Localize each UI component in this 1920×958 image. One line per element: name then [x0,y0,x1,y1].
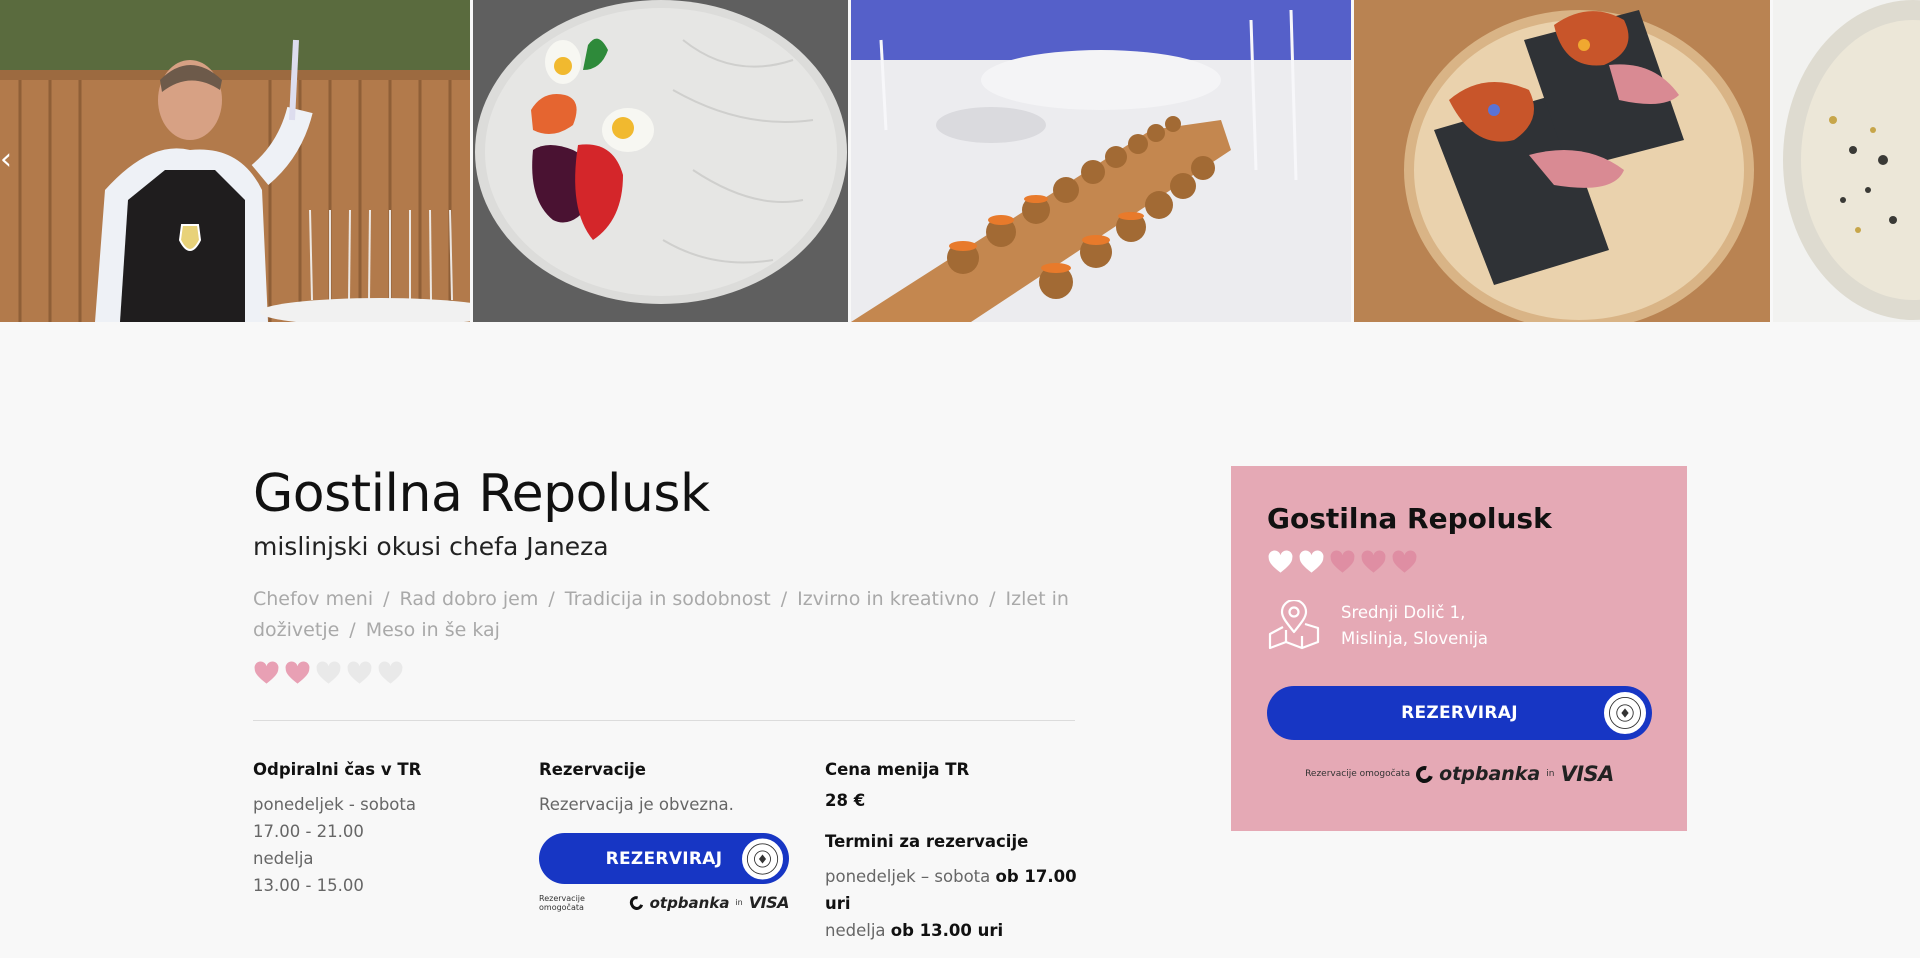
otp-bank-logo: otpbanka [649,893,730,912]
rating-hearts [253,660,404,691]
heart-icon [346,660,373,691]
price-value: 28 € [825,791,866,810]
hours-line: 17.00 - 21.00 [253,822,364,841]
term-line: nedelja ob 13.00 uri [825,917,1085,944]
otp-bank-logo: otpbanka [1439,763,1541,785]
card-payment-partners: Rezervacije omogočata otpbanka in VISA [1267,762,1652,786]
gallery-photo-canapes[interactable] [851,0,1351,322]
address-line-1: Srednji Dolič 1, [1341,603,1466,622]
card-title: Gostilna Repolusk [1267,502,1552,535]
tag-item[interactable]: Rad dobro jem [400,588,539,610]
gallery-prev-arrow[interactable]: ‹ [0,142,14,178]
card-address: Srednji Dolič 1, Mislinja, Slovenija [1267,598,1651,654]
photo-gallery: ‹ [0,0,1920,322]
visa-logo: VISA [748,893,790,912]
tag-item[interactable]: Tradicija in sodobnost [565,588,771,610]
restaurant-subtitle: mislinjski okusi chefa Janeza [253,532,609,561]
heart-icon [1267,549,1294,580]
address-line-2: Mislinja, Slovenija [1341,629,1489,648]
tag-list: Chefov meni / Rad dobro jem / Tradicija in s… [253,584,1073,646]
payment-enabled-by: Rezervacije omogočata [1305,769,1411,779]
term-time: ob 13.00 uri [890,921,1004,940]
terms-heading: Termini za rezervacije [825,832,1029,851]
otp-logo-icon [1412,762,1437,786]
gallery-photo-plate[interactable] [473,0,848,322]
hours-line: ponedeljek - sobota [253,795,416,814]
card-reserve-button[interactable]: REZERVIRAJ [1267,686,1652,740]
hours-line: 13.00 - 15.00 [253,876,364,895]
tag-item[interactable]: Chefov meni [253,588,373,610]
quality-badge-icon [1602,690,1648,736]
hours-line: nedelja [253,849,314,868]
quality-badge-icon [740,836,785,881]
tag-separator: / [349,619,356,641]
opening-hours: Odpiralni čas v TR ponedeljek - sobota 1… [253,760,513,899]
otp-logo-icon [627,893,647,912]
heart-icon [1298,549,1325,580]
gallery-photo-chef[interactable]: ‹ [0,0,470,322]
payment-enabled-by: Rezervacije omogočata [539,893,585,912]
tag-item[interactable]: Meso in še kaj [366,619,500,641]
tag-item[interactable]: Izvirno in kreativno [797,588,979,610]
tag-separator: / [548,588,555,610]
menu-price: Cena menija TR 28 € Termini za rezervaci… [825,760,1085,944]
term-line: ponedeljek – sobota ob 17.00 uri [825,863,1085,917]
reservations: Rezervacije Rezervacija je obvezna. REZE… [539,760,799,912]
reserve-button[interactable]: REZERVIRAJ [539,833,789,884]
section-divider [253,720,1075,721]
heart-icon [1329,549,1356,580]
tag-separator: / [383,588,390,610]
reserve-button-label: REZERVIRAJ [605,848,723,869]
heart-icon [315,660,342,691]
payment-and: in [735,898,743,907]
tag-separator: / [780,588,788,610]
gallery-photo-soup[interactable] [1773,0,1920,322]
payment-partners: Rezervacije omogočata otpbanka in VISA [539,893,790,912]
heart-icon [377,660,404,691]
heart-icon [1360,549,1387,580]
reservations-heading: Rezervacije [539,760,647,779]
gallery-photo-appetizers[interactable] [1354,0,1770,322]
heart-icon [253,660,280,691]
card-rating-hearts [1267,549,1651,580]
payment-and: in [1546,769,1555,779]
price-heading: Cena menija TR [825,760,970,779]
visa-logo: VISA [1560,762,1614,786]
term-days: ponedeljek – sobota [825,867,991,886]
term-days: nedelja [825,921,886,940]
reservations-note: Rezervacija je obvezna. [539,795,734,814]
opening-hours-heading: Odpiralni čas v TR [253,760,422,779]
map-pin-icon [1267,598,1321,654]
tag-separator: / [989,588,996,610]
restaurant-title: Gostilna Repolusk [253,464,710,524]
heart-icon [1391,549,1418,580]
heart-icon [284,660,311,691]
card-reserve-button-label: REZERVIRAJ [1401,703,1518,723]
reservation-card: Gostilna Repolusk Srednji Dolič 1, Misli… [1231,466,1687,831]
